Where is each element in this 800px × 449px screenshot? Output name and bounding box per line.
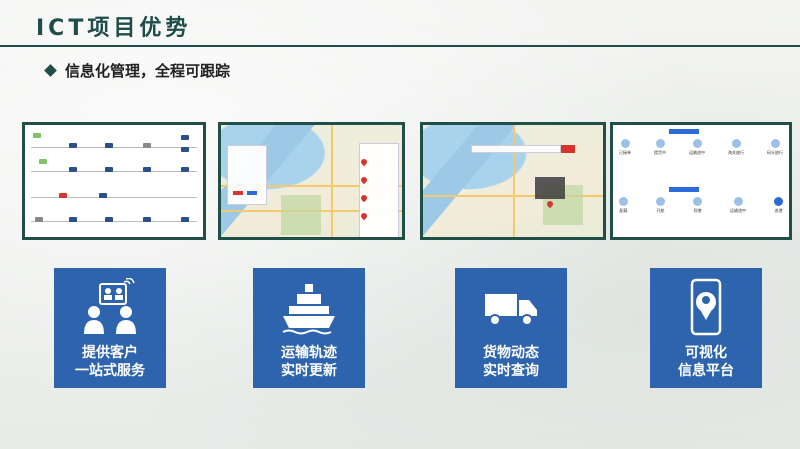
header-divider — [0, 45, 800, 47]
feature-card-platform: 可视化 信息平台 — [650, 268, 762, 388]
status-item: 配载 — [619, 197, 628, 214]
card-label: 运输轨迹 实时更新 — [281, 345, 337, 379]
feature-card-service: 提供客户 一站式服务 — [54, 268, 166, 388]
flow-diagram-screenshot — [22, 122, 206, 240]
card-label: 可视化 信息平台 — [678, 345, 734, 379]
section-subtitle: 信息化管理，全程可跟踪 — [44, 60, 231, 81]
status-item: 运输途中 — [730, 197, 746, 214]
subtitle-text: 信息化管理，全程可跟踪 — [65, 62, 231, 80]
search-button[interactable] — [561, 145, 575, 153]
route-list-panel — [359, 143, 399, 237]
map-phone-icon — [690, 278, 722, 336]
reset-button[interactable] — [247, 191, 257, 195]
status-item: 进港 — [774, 197, 783, 214]
status-item: 运输途中 — [689, 139, 705, 156]
status-header-bar — [669, 187, 699, 192]
status-item: 码头放行 — [767, 139, 783, 156]
card-label: 提供客户 一站式服务 — [75, 345, 145, 379]
customer-service-icon — [84, 278, 136, 334]
map-tracking-screenshot — [218, 122, 405, 240]
search-input[interactable] — [471, 145, 561, 153]
search-button[interactable] — [233, 191, 243, 195]
diamond-bullet-icon — [44, 64, 57, 77]
info-popup — [535, 177, 565, 199]
map-view — [423, 125, 603, 237]
status-item: 到港 — [693, 197, 702, 214]
status-item: 提货中 — [654, 139, 666, 156]
status-item: 海关放行 — [728, 139, 744, 156]
truck-icon — [485, 294, 537, 326]
ship-icon — [282, 284, 335, 335]
status-item: 开航 — [656, 197, 665, 214]
map-search-screenshot — [420, 122, 606, 240]
feature-card-cargo: 货物动态 实时查询 — [455, 268, 567, 388]
status-dashboard-screenshot: 已接单 提货中 运输途中 海关放行 码头放行 配载 开航 到港 运输途中 进港 — [610, 122, 792, 240]
page-title: ICT项目优势 — [36, 16, 192, 41]
card-label: 货物动态 实时查询 — [483, 345, 539, 379]
feature-card-tracking: 运输轨迹 实时更新 — [253, 268, 365, 388]
order-list-panel — [227, 145, 267, 205]
status-header-bar — [669, 129, 699, 134]
status-item: 已接单 — [619, 139, 631, 156]
